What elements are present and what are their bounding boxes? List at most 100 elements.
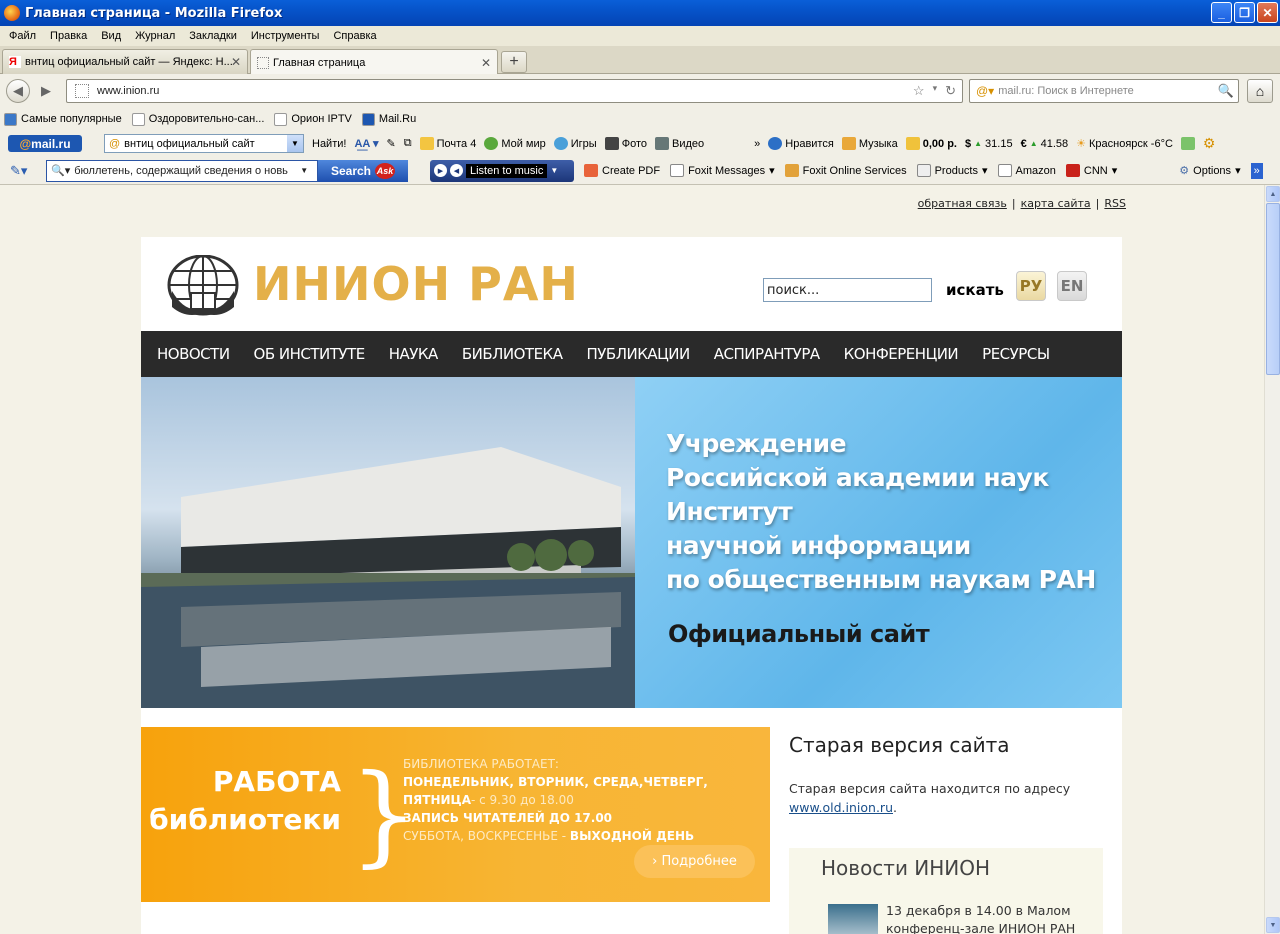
maximize-button[interactable]: ❐ [1234,2,1255,23]
mailru-logo[interactable]: @ mail.ru [8,135,82,152]
bookmark-health[interactable]: Оздоровительно-сан... [131,112,264,126]
toolbar-edit-icon[interactable]: ✎▾ [10,163,27,179]
menu-history[interactable]: Журнал [128,30,182,42]
mailru-search-input[interactable]: @ внтиц официальный сайт ▼ [104,134,304,153]
settings-gear-icon[interactable]: ⚙ [1203,135,1216,152]
search-icon: 🔍▾ [51,165,71,177]
bookmark-orion[interactable]: Орион IPTV [274,112,352,126]
chevron-down-icon[interactable]: ▼ [287,135,303,152]
lang-ru-button[interactable]: РУ [1016,271,1046,301]
search-engine-icon[interactable]: @▾ [976,84,994,98]
mail-item[interactable]: Почта 4 [419,137,476,150]
video-item[interactable]: Видео [655,137,704,150]
forward-icon[interactable]: ▶ [34,79,58,103]
listen-music-widget[interactable]: ▶ ◀ Listen to music ▼ [430,159,574,182]
bookmark-popular[interactable]: Самые популярные [4,112,122,126]
weather-item[interactable]: ☀ Красноярск -6°C [1076,137,1173,151]
news-thumbnail[interactable] [828,904,878,934]
nav-library[interactable]: БИБЛИОТЕКА [462,345,563,363]
work-title-line2: библиотеки [149,803,341,836]
tab-main-page[interactable]: Главная страница ✕ [250,49,498,75]
nav-science[interactable]: НАУКА [389,345,439,363]
site-name[interactable]: ИНИОН РАН [253,257,579,311]
photo-item[interactable]: Фото [604,137,647,150]
menu-bookmarks[interactable]: Закладки [182,30,244,42]
search-icon[interactable]: 🔍 [1218,83,1234,99]
menu-file[interactable]: Файл [2,30,43,42]
star-icon[interactable]: ☆ [913,83,925,99]
page-zoom-icon[interactable]: ⧉ [404,137,412,150]
search-placeholder: mail.ru: Поиск в Интернете [998,85,1134,97]
nav-resources[interactable]: РЕСУРСЫ [982,345,1050,363]
globe-book-logo-icon[interactable] [166,255,240,319]
amazon-item[interactable]: Amazon [997,164,1056,177]
scrollbar-thumb[interactable] [1266,203,1280,375]
products-item[interactable]: Products ▾ [916,164,988,177]
ask-search-input[interactable]: 🔍▾ бюллетень, содержащий сведения о новь… [46,159,318,182]
map-icon[interactable] [1180,137,1195,150]
like-item[interactable]: Нравится [768,137,834,150]
close-tab-icon[interactable]: ✕ [231,55,241,69]
site-search-button[interactable]: искать [946,281,1004,299]
play-icon[interactable]: ▶ [434,164,447,177]
spellcheck-icon[interactable]: A͟A ▾ [354,137,378,150]
cnn-item[interactable]: CNN ▾ [1065,164,1117,177]
library-hours-block: РАБОТА библиотеки } БИБЛИОТЕКА РАБОТАЕТ:… [141,727,770,902]
nav-conferences[interactable]: КОНФЕРЕНЦИИ [844,345,959,363]
vertical-scrollbar[interactable]: ▲ ▼ [1264,185,1280,934]
site-search-input[interactable]: поиск... [763,278,932,302]
bookmark-mailru[interactable]: Mail.Ru [361,112,416,126]
window-title: Главная страница - Mozilla Firefox [25,5,283,21]
minimize-button[interactable]: _ [1211,2,1232,23]
overflow-chevron-icon[interactable]: » [1250,162,1263,179]
sitemap-link[interactable]: карта сайта [1021,197,1091,210]
create-pdf-item[interactable]: Create PDF [584,164,660,177]
menu-edit[interactable]: Правка [43,30,94,42]
close-button[interactable]: ✕ [1257,2,1278,23]
music-item[interactable]: Музыка [841,137,898,150]
chevron-down-icon[interactable]: ▼ [300,166,308,175]
usd-rate[interactable]: $ ▲ 31.15 [965,138,1013,150]
highlight-icon[interactable]: ✎ [387,137,396,150]
lang-en-button[interactable]: EN [1057,271,1087,301]
scroll-down-icon[interactable]: ▼ [1266,917,1280,933]
rss-link[interactable]: RSS [1104,197,1126,210]
nav-news[interactable]: НОВОСТИ [157,345,230,363]
chevron-down-icon[interactable]: ▾ [933,83,938,99]
new-tab-button[interactable]: + [501,51,527,73]
site-identity-icon[interactable] [75,84,89,98]
find-button[interactable]: Найти! [312,138,346,150]
old-site-link[interactable]: www.old.inion.ru [789,800,893,815]
web-search-box[interactable]: @▾ mail.ru: Поиск в Интернете 🔍 [969,79,1239,103]
more-details-button[interactable]: › Подробнее [634,845,755,878]
nav-about[interactable]: ОБ ИНСТИТУТЕ [254,345,366,363]
foxit-online-item[interactable]: Foxit Online Services [784,164,907,177]
menu-help[interactable]: Справка [326,30,383,42]
volume-icon[interactable]: ◀ [450,164,463,177]
feedback-link[interactable]: обратная связь [918,197,1007,210]
foxit-messages-item[interactable]: Foxit Messages ▾ [670,164,775,177]
home-icon[interactable]: ⌂ [1247,79,1273,103]
back-icon[interactable]: ◀ [6,79,30,103]
nav-publications[interactable]: ПУБЛИКАЦИИ [586,345,690,363]
menu-view[interactable]: Вид [94,30,128,42]
news-item-text[interactable]: 13 декабря в 14.00 в Малом конференц-зал… [886,902,1096,934]
main-navigation: НОВОСТИ ОБ ИНСТИТУТЕ НАУКА БИБЛИОТЕКА ПУ… [141,331,1122,377]
work-title-line1: РАБОТА [212,765,341,798]
close-tab-icon[interactable]: ✕ [481,56,491,70]
menu-tools[interactable]: Инструменты [244,30,327,42]
scroll-up-icon[interactable]: ▲ [1266,186,1280,202]
ask-search-button[interactable]: Search Ask [318,159,408,182]
nav-postgraduate[interactable]: АСПИРАНТУРА [714,345,820,363]
balance-item[interactable]: 0,00 р. [905,137,957,150]
tab-yandex[interactable]: Я внтиц официальный сайт — Яндекс: Н... … [2,49,248,74]
eur-rate[interactable]: € ▲ 41.58 [1021,138,1069,150]
address-bar[interactable]: www.inion.ru ☆ ▾ ↻ [66,79,963,103]
overflow-chevron-icon[interactable]: » [754,138,760,150]
games-item[interactable]: Игры [553,137,597,150]
options-item[interactable]: ⚙ Options ▾ [1179,164,1240,178]
reload-icon[interactable]: ↻ [945,83,956,99]
chevron-down-icon[interactable]: ▼ [550,166,558,175]
ask-logo-icon: Ask [375,162,396,179]
myworld-item[interactable]: Мой мир [484,137,546,150]
